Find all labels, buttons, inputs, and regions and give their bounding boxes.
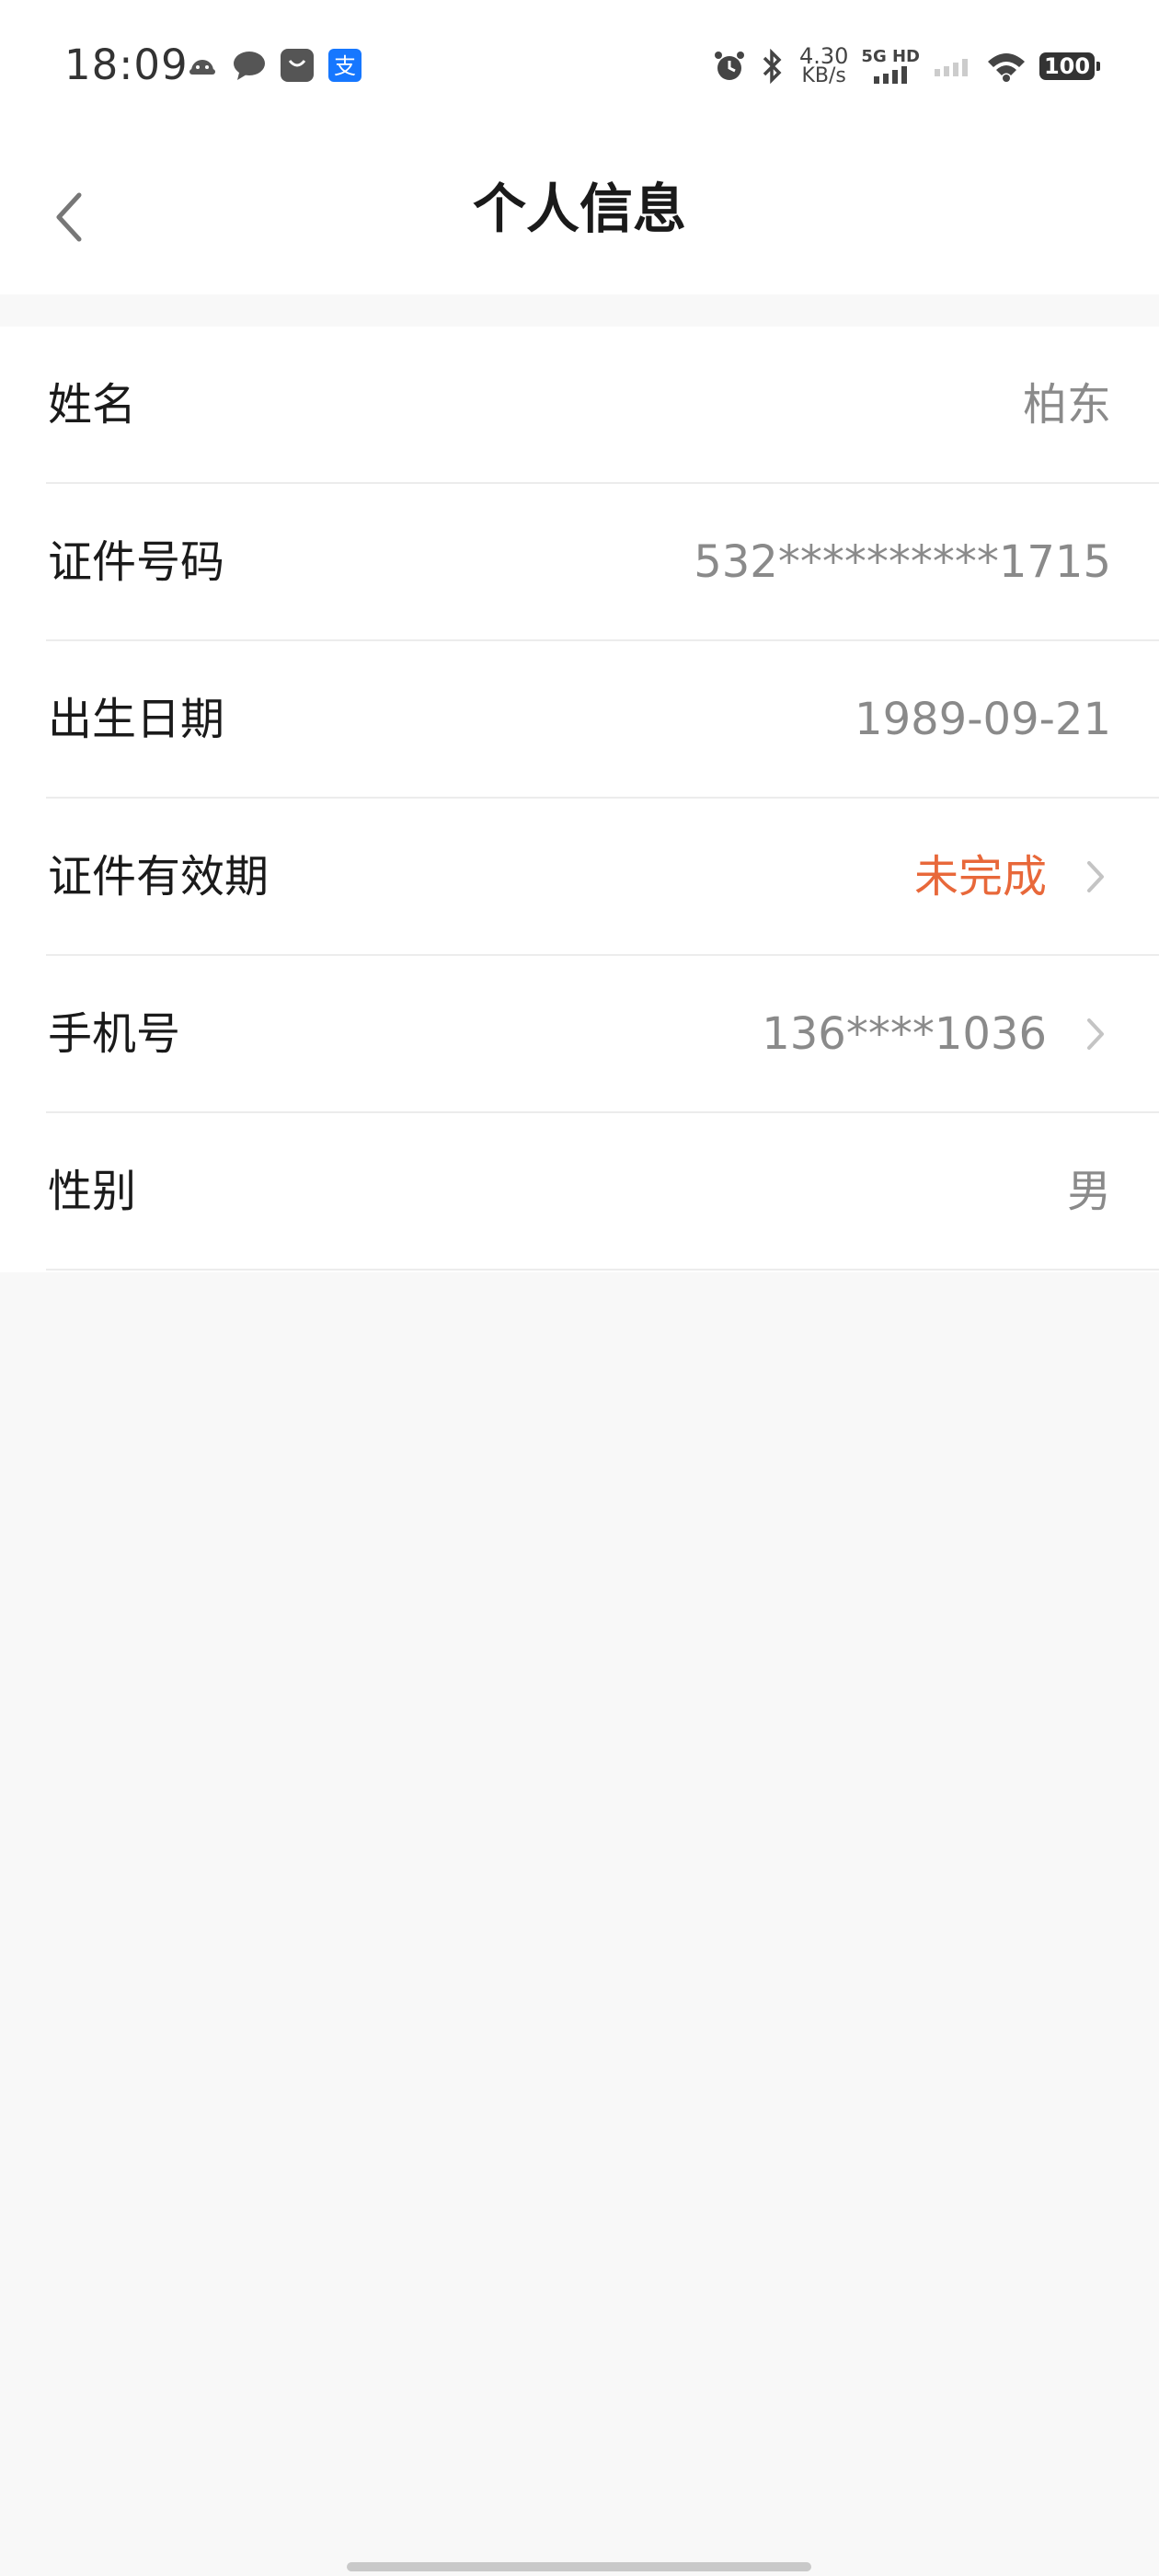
info-row-name: 姓名 柏东	[0, 327, 1159, 484]
row-label: 性别	[48, 1166, 137, 1217]
status-notification-icons: 支	[186, 48, 362, 83]
home-indicator[interactable]	[347, 2562, 811, 2571]
row-value: 男	[1066, 1166, 1111, 1217]
status-bar: 18:09 支 4.30 KB/s 5G HD 100	[0, 0, 1159, 138]
info-row-phone[interactable]: 手机号 136****1036	[0, 956, 1159, 1113]
personal-info-list: 姓名 柏东 证件号码 532**********1715 出生日期 1989-0…	[0, 327, 1159, 1272]
row-label: 手机号	[48, 1008, 181, 1060]
cellular-5g: 5G HD	[861, 49, 920, 84]
wifi-icon	[986, 51, 1027, 82]
header-bar: 个人信息	[0, 138, 1159, 294]
assistant-icon	[186, 49, 219, 82]
row-value: 136****1036	[762, 1008, 1047, 1060]
status-time: 18:09	[64, 40, 189, 89]
bluetooth-icon	[759, 49, 786, 84]
page-title: 个人信息	[472, 178, 686, 240]
network-speed: 4.30 KB/s	[798, 43, 849, 87]
signal-weak-icon	[933, 56, 973, 76]
chevron-right-icon	[1087, 861, 1104, 892]
row-label: 证件号码	[48, 536, 225, 588]
info-row-id-number: 证件号码 532**********1715	[0, 484, 1159, 641]
chevron-right-icon	[1087, 1018, 1104, 1050]
battery-indicator: 100	[1039, 52, 1100, 80]
info-row-gender: 性别 男	[0, 1113, 1159, 1271]
signal-icon	[874, 66, 908, 84]
row-value: 柏东	[1022, 379, 1111, 431]
alipay-icon: 支	[327, 48, 362, 83]
network-speed-value: 4.30	[798, 43, 849, 69]
alarm-icon	[713, 50, 746, 83]
chat-icon	[232, 49, 267, 82]
svg-text:支: 支	[334, 53, 356, 79]
row-label: 姓名	[48, 379, 137, 431]
info-row-id-validity[interactable]: 证件有效期 未完成	[0, 799, 1159, 956]
row-value-status: 未完成	[913, 851, 1047, 903]
status-system-icons: 4.30 KB/s 5G HD 100	[713, 43, 1100, 87]
row-label: 证件有效期	[48, 851, 270, 903]
row-value: 1989-09-21	[855, 694, 1111, 745]
divider	[46, 1269, 1159, 1271]
network-type-label: 5G HD	[861, 47, 920, 66]
row-label: 出生日期	[48, 694, 225, 745]
row-value: 532**********1715	[694, 536, 1111, 588]
taobao-icon	[280, 48, 315, 83]
info-row-birth-date: 出生日期 1989-09-21	[0, 641, 1159, 799]
network-speed-unit: KB/s	[801, 64, 846, 87]
